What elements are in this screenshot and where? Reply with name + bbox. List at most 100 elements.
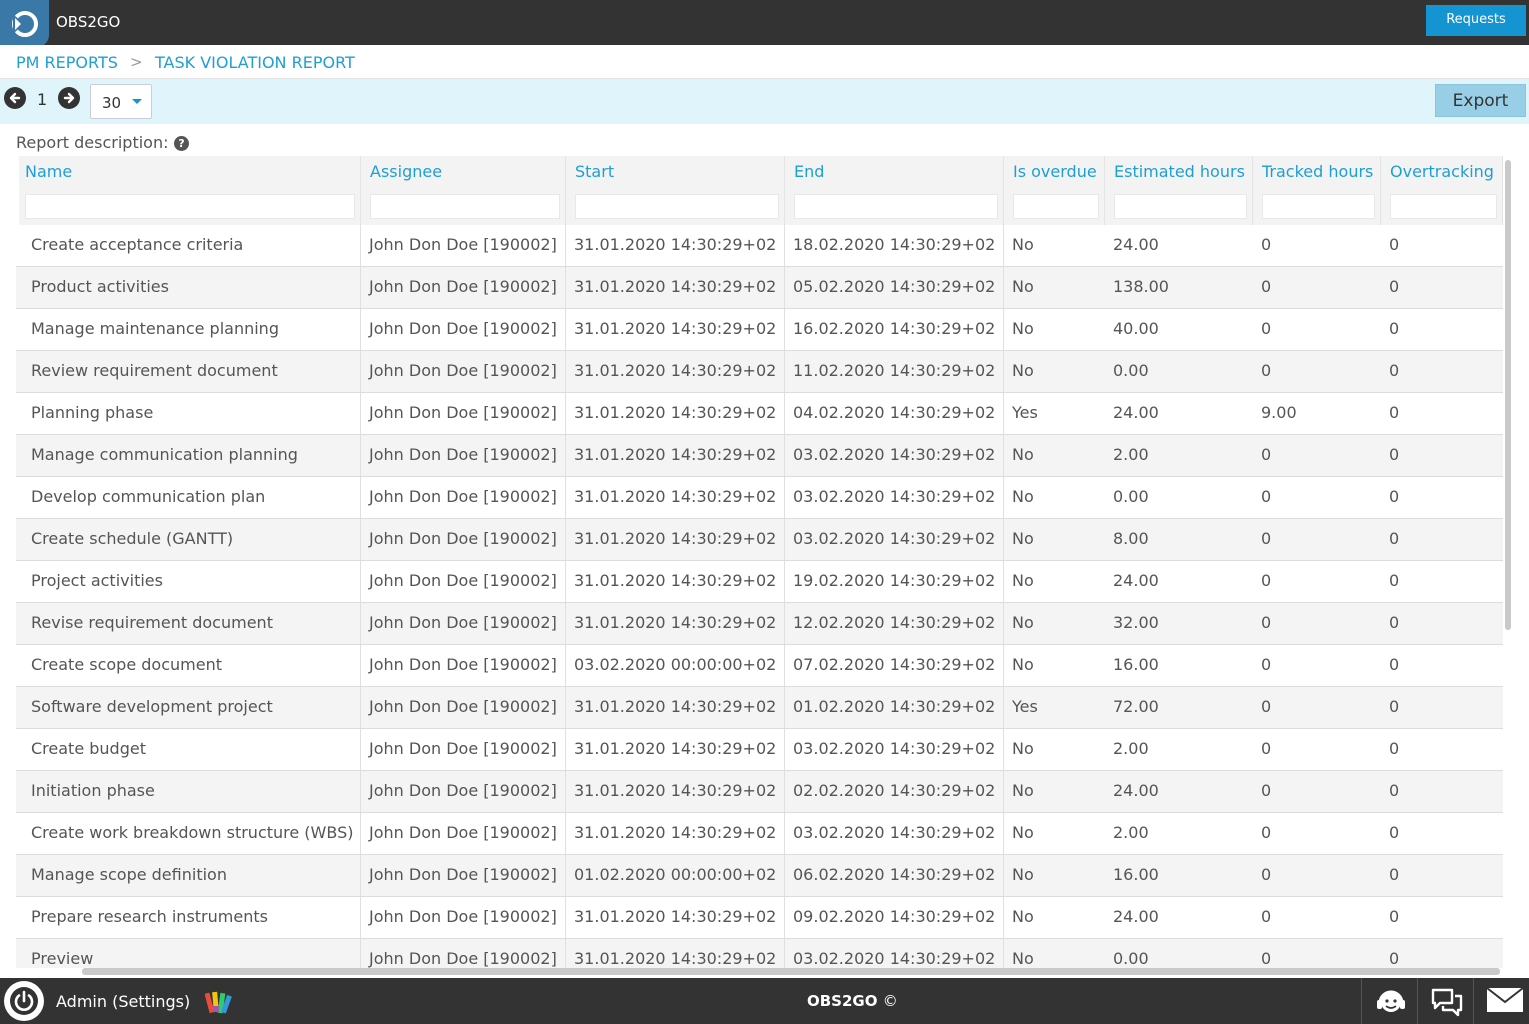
table-row[interactable]: Create work breakdown structure (WBS) Joh… xyxy=(16,813,1503,855)
table-row[interactable]: Prepare research instruments John Don Doe… xyxy=(16,897,1503,939)
table-cell: No xyxy=(1012,781,1034,800)
table-cell: No xyxy=(1012,907,1034,926)
arrow-left-circle-icon[interactable] xyxy=(4,87,26,109)
table-cell: 0 xyxy=(1261,487,1272,506)
breadcrumb-separator: > xyxy=(130,53,143,71)
table-row[interactable]: Preview John Don Doe [190002] 31.01.2020 1… xyxy=(16,939,1503,968)
column-filter-input[interactable] xyxy=(370,194,560,219)
column-header-label[interactable]: Overtracking xyxy=(1390,162,1494,181)
column-header-label[interactable]: End xyxy=(794,162,824,181)
column-filter-input[interactable] xyxy=(1114,194,1247,219)
table-cell: Create budget xyxy=(16,729,361,770)
table-row[interactable]: Product activities John Don Doe [190002] 3… xyxy=(16,267,1503,309)
table-row[interactable]: Create acceptance criteria John Don Doe [… xyxy=(16,225,1503,267)
table-cell: 0 xyxy=(1389,739,1400,758)
table-cell: No xyxy=(1012,655,1034,674)
obs2go-logo-icon[interactable] xyxy=(0,0,49,47)
arrow-right-circle-icon[interactable] xyxy=(58,87,80,109)
table-row[interactable]: Create schedule (GANTT) John Don Doe [190… xyxy=(16,519,1503,561)
table-cell: 0 xyxy=(1261,865,1272,884)
table-cell: John Don Doe [190002] xyxy=(361,561,566,602)
vertical-scrollbar[interactable] xyxy=(1505,160,1511,630)
table-cell: John Don Doe [190002] xyxy=(361,771,566,812)
page-size-select[interactable]: 30 xyxy=(90,84,152,119)
table-cell: 31.01.2020 14:30:29+02 xyxy=(566,309,785,350)
table-row[interactable]: Software development project John Don Doe… xyxy=(16,687,1503,729)
table-cell: 31.01.2020 14:30:29+02 xyxy=(566,939,785,968)
support-headset-icon[interactable] xyxy=(1361,978,1417,1024)
table-cell: John Don Doe [190002] xyxy=(361,519,566,560)
table-cell: 0 xyxy=(1261,949,1272,968)
table-row[interactable]: Initiation phase John Don Doe [190002] 31.… xyxy=(16,771,1503,813)
table-cell: 0 xyxy=(1261,907,1272,926)
requests-button[interactable]: Requests xyxy=(1426,5,1526,36)
footer-brand-name: OBS2GO xyxy=(807,992,878,1010)
chat-bubbles-icon[interactable] xyxy=(1417,978,1473,1024)
table-cell: 31.01.2020 14:30:29+02 xyxy=(566,561,785,602)
table-row[interactable]: Project activities John Don Doe [190002] 3… xyxy=(16,561,1503,603)
table-cell: 0.00 xyxy=(1113,949,1149,968)
table-row[interactable]: Review requirement document John Don Doe … xyxy=(16,351,1503,393)
table-row[interactable]: Create budget John Don Doe [190002] 31.01.… xyxy=(16,729,1503,771)
page-number: 1 xyxy=(37,90,48,109)
table-cell: 0 xyxy=(1261,361,1272,380)
table-cell: No xyxy=(1012,235,1034,254)
column-filter-input[interactable] xyxy=(1013,194,1099,219)
column-filter-input[interactable] xyxy=(794,194,998,219)
admin-settings-link[interactable]: Admin (Settings) xyxy=(56,992,190,1011)
footer-brand: OBS2GO © xyxy=(807,992,898,1010)
report-toolbar: 1 30 Export xyxy=(0,79,1529,124)
question-circle-icon[interactable]: ? xyxy=(174,136,189,151)
table-row[interactable]: Create scope document John Don Doe [19000… xyxy=(16,645,1503,687)
table-cell: John Don Doe [190002] xyxy=(361,393,566,434)
table-row[interactable]: Manage communication planning John Don Do… xyxy=(16,435,1503,477)
table-row[interactable]: Revise requirement document John Don Doe … xyxy=(16,603,1503,645)
column-filter-input[interactable] xyxy=(575,194,779,219)
table-cell: 03.02.2020 14:30:29+02 xyxy=(785,813,1004,854)
table-cell: Preview xyxy=(16,939,361,968)
column-filter-input[interactable] xyxy=(25,194,355,219)
column-header: Overtracking xyxy=(1381,156,1503,225)
table-cell: Prepare research instruments xyxy=(16,897,361,938)
table-cell: Manage maintenance planning xyxy=(16,309,361,350)
table-cell: 0 xyxy=(1261,277,1272,296)
table-cell: Initiation phase xyxy=(16,771,361,812)
horizontal-scrollbar[interactable] xyxy=(82,968,1500,975)
envelope-icon[interactable] xyxy=(1473,978,1529,1024)
table-cell: Manage communication planning xyxy=(16,435,361,476)
table-cell: 06.02.2020 14:30:29+02 xyxy=(785,855,1004,896)
table-cell: John Don Doe [190002] xyxy=(361,687,566,728)
table-cell: 12.02.2020 14:30:29+02 xyxy=(785,603,1004,644)
table-cell: Project activities xyxy=(16,561,361,602)
column-header-label[interactable]: Start xyxy=(575,162,614,181)
table-cell: John Don Doe [190002] xyxy=(361,267,566,308)
column-header: End xyxy=(785,156,1004,225)
export-button[interactable]: Export xyxy=(1435,84,1526,117)
column-header-label[interactable]: Estimated hours xyxy=(1114,162,1245,181)
table-row[interactable]: Manage scope definition John Don Doe [190… xyxy=(16,855,1503,897)
power-icon[interactable] xyxy=(4,981,44,1021)
table-row[interactable]: Develop communication plan John Don Doe [… xyxy=(16,477,1503,519)
column-header-label[interactable]: Name xyxy=(25,162,72,181)
table-cell: 0 xyxy=(1261,319,1272,338)
column-filter-input[interactable] xyxy=(1262,194,1375,219)
table-cell: 05.02.2020 14:30:29+02 xyxy=(785,267,1004,308)
table-cell: No xyxy=(1012,319,1034,338)
table-cell: 31.01.2020 14:30:29+02 xyxy=(566,351,785,392)
table-cell: 31.01.2020 14:30:29+02 xyxy=(566,771,785,812)
column-header-label[interactable]: Is overdue xyxy=(1013,162,1097,181)
column-header-label[interactable]: Tracked hours xyxy=(1262,162,1373,181)
table-cell: No xyxy=(1012,361,1034,380)
column-header-label[interactable]: Assignee xyxy=(370,162,442,181)
table-cell: 24.00 xyxy=(1113,403,1159,422)
column-filter-input[interactable] xyxy=(1390,194,1497,219)
breadcrumb-pm-reports[interactable]: PM REPORTS xyxy=(16,53,118,72)
table-cell: John Don Doe [190002] xyxy=(361,813,566,854)
table-row[interactable]: Planning phase John Don Doe [190002] 31.01… xyxy=(16,393,1503,435)
table-row[interactable]: Manage maintenance planning John Don Doe … xyxy=(16,309,1503,351)
column-header: Estimated hours xyxy=(1105,156,1253,225)
table-cell: 0.00 xyxy=(1113,487,1149,506)
color-palette-icon[interactable] xyxy=(204,989,233,1015)
table-cell: Manage scope definition xyxy=(16,855,361,896)
table-cell: 0 xyxy=(1389,487,1400,506)
